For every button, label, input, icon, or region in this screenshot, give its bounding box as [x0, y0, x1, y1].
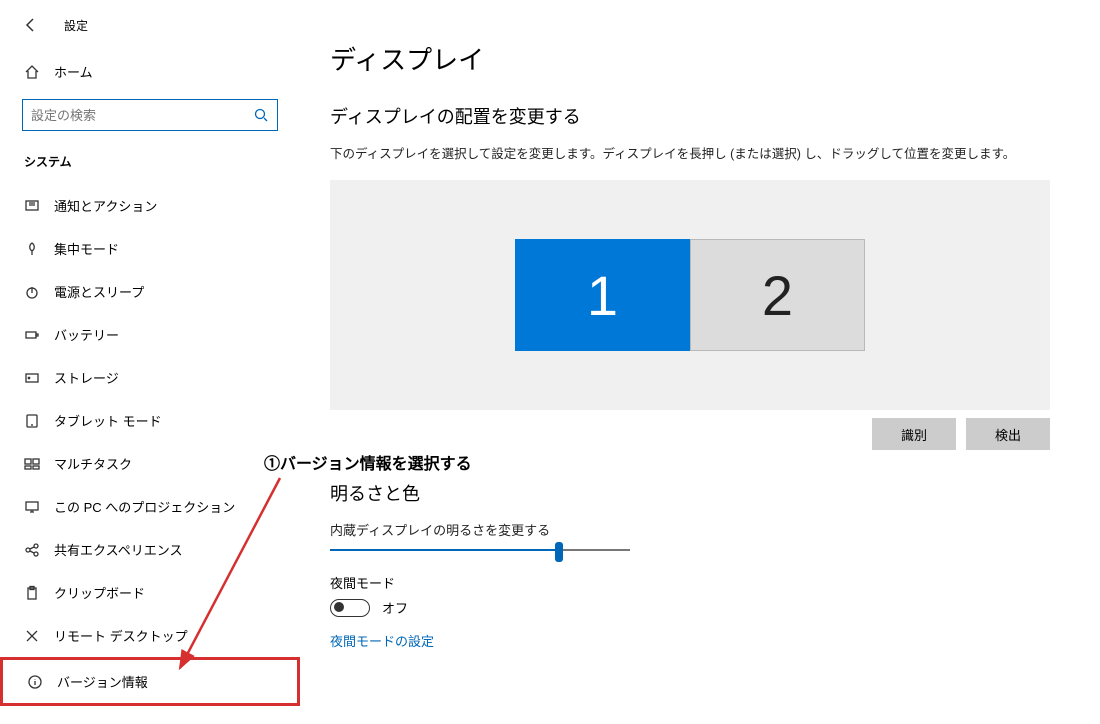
- display-arrangement-area[interactable]: 1 2: [330, 180, 1050, 410]
- multitask-icon: [24, 456, 40, 472]
- sidebar-item-label: タブレット モード: [54, 411, 162, 430]
- brightness-slider[interactable]: [330, 549, 630, 551]
- monitor-1[interactable]: 1: [515, 239, 690, 351]
- night-mode-settings-link[interactable]: 夜間モードの設定: [330, 631, 1100, 650]
- annotation-callout-label: ①バージョン情報を選択する: [258, 448, 478, 476]
- detect-button[interactable]: 検出: [966, 418, 1050, 450]
- sidebar-item-label: 共有エクスペリエンス: [54, 540, 182, 559]
- sidebar-home[interactable]: ホーム: [0, 52, 300, 91]
- sidebar-item-label: 電源とスリープ: [54, 282, 144, 301]
- sidebar-item-clipboard[interactable]: クリップボード: [0, 571, 300, 614]
- clipboard-icon: [24, 585, 40, 601]
- page-title: ディスプレイ: [330, 40, 1100, 77]
- arrange-help: 下のディスプレイを選択して設定を変更します。ディスプレイを長押し (または選択)…: [330, 143, 1100, 162]
- sidebar-item-label: 集中モード: [54, 239, 119, 258]
- sidebar-item-label: マルチタスク: [54, 454, 132, 473]
- sidebar-item-project[interactable]: この PC へのプロジェクション: [0, 485, 300, 528]
- identify-button[interactable]: 識別: [872, 418, 956, 450]
- search-input[interactable]: [31, 108, 253, 123]
- sidebar-item-storage[interactable]: ストレージ: [0, 356, 300, 399]
- sidebar-item-notifications[interactable]: 通知とアクション: [0, 184, 300, 227]
- battery-icon: [24, 327, 40, 343]
- sidebar-item-power[interactable]: 電源とスリープ: [0, 270, 300, 313]
- about-icon: [27, 674, 43, 690]
- sidebar-item-tablet[interactable]: タブレット モード: [0, 399, 300, 442]
- sidebar-item-remote[interactable]: リモート デスクトップ: [0, 614, 300, 657]
- tablet-icon: [24, 413, 40, 429]
- sidebar-item-label: クリップボード: [54, 583, 145, 602]
- window-title: 設定: [64, 17, 88, 34]
- night-mode-toggle[interactable]: [330, 599, 370, 617]
- sidebar-item-about[interactable]: バージョン情報: [0, 657, 300, 706]
- storage-icon: [24, 370, 40, 386]
- home-icon: [24, 64, 40, 80]
- sidebar-item-multitask[interactable]: マルチタスク: [0, 442, 300, 485]
- sidebar-item-focus[interactable]: 集中モード: [0, 227, 300, 270]
- back-button[interactable]: [20, 14, 42, 36]
- night-mode-state: オフ: [382, 598, 408, 617]
- home-label: ホーム: [54, 62, 93, 81]
- back-arrow-icon: [23, 17, 39, 33]
- focus-icon: [24, 241, 40, 257]
- night-mode-label: 夜間モード: [330, 573, 1100, 592]
- search-icon: [253, 107, 269, 123]
- main-content: ディスプレイ ディスプレイの配置を変更する 下のディスプレイを選択して設定を変更…: [300, 0, 1100, 724]
- sidebar-nav: 通知とアクション 集中モード 電源とスリープ バッテリー ストレージ タブレット…: [0, 178, 300, 706]
- sidebar-item-label: 通知とアクション: [54, 196, 157, 215]
- category-heading: システム: [0, 139, 300, 178]
- sidebar-item-label: リモート デスクトップ: [54, 626, 188, 645]
- settings-sidebar: 設定 ホーム システム 通知とアクション 集中モード: [0, 0, 300, 724]
- arrange-title: ディスプレイの配置を変更する: [330, 103, 1100, 129]
- brightness-sub: 内蔵ディスプレイの明るさを変更する: [330, 520, 1100, 539]
- sidebar-item-label: バッテリー: [54, 325, 119, 344]
- sidebar-item-shared[interactable]: 共有エクスペリエンス: [0, 528, 300, 571]
- notification-icon: [24, 198, 40, 214]
- sidebar-item-battery[interactable]: バッテリー: [0, 313, 300, 356]
- project-icon: [24, 499, 40, 515]
- monitor-2[interactable]: 2: [690, 239, 865, 351]
- search-input-wrapper[interactable]: [22, 99, 278, 131]
- brightness-title: 明るさと色: [330, 480, 1100, 506]
- remote-icon: [24, 628, 40, 644]
- sidebar-item-label: ストレージ: [54, 368, 119, 387]
- sidebar-item-label: バージョン情報: [57, 672, 148, 691]
- power-icon: [24, 284, 40, 300]
- share-icon: [24, 542, 40, 558]
- sidebar-item-label: この PC へのプロジェクション: [54, 497, 235, 516]
